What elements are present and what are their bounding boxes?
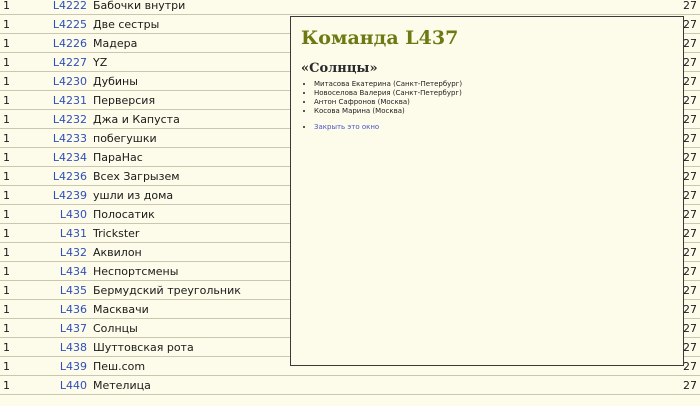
- row-team-id-cell: L440: [43, 375, 93, 395]
- row-team-id-cell: L4225: [43, 14, 93, 34]
- row-team-id-cell: L438: [43, 337, 93, 357]
- row-place: 1: [0, 242, 43, 262]
- row-team-id-cell: L436: [43, 299, 93, 319]
- row-team-id-cell: L4236: [43, 166, 93, 186]
- team-id-link[interactable]: L438: [60, 341, 87, 354]
- team-id-link[interactable]: L434: [60, 265, 87, 278]
- row-team-id-cell: L439: [43, 356, 93, 376]
- row-score: 27: [667, 375, 700, 395]
- team-member: Косова Марина (Москва): [314, 107, 673, 116]
- row-place: 1: [0, 337, 43, 357]
- row-team-name: Метелица: [93, 375, 667, 395]
- row-team-id-cell: L434: [43, 261, 93, 281]
- row-place: 1: [0, 261, 43, 281]
- team-id-link[interactable]: L430: [60, 208, 87, 221]
- team-id-link[interactable]: L4236: [53, 170, 87, 183]
- row-place: 1: [0, 318, 43, 338]
- row-team-id-cell: L4227: [43, 52, 93, 72]
- row-team-id-cell: L4234: [43, 147, 93, 167]
- row-place: 1: [0, 71, 43, 91]
- row-place: 1: [0, 14, 43, 34]
- popup-team-name: «Солнцы»: [301, 61, 378, 76]
- team-id-link[interactable]: L4230: [53, 75, 87, 88]
- table-row: 1 L4222 Бабочки внутри 27: [0, 0, 700, 15]
- row-place: 1: [0, 166, 43, 186]
- row-place: 1: [0, 356, 43, 376]
- table-row: 1 L440 Метелица 27: [0, 375, 700, 395]
- row-team-id-cell: L4231: [43, 90, 93, 110]
- row-place: 1: [0, 52, 43, 72]
- popup-title: Команда L437: [301, 27, 459, 49]
- team-popup: Команда L437 «Солнцы» Митасова Екатерина…: [290, 16, 684, 366]
- row-team-id-cell: L437: [43, 318, 93, 338]
- row-place: 1: [0, 128, 43, 148]
- row-place: 1: [0, 90, 43, 110]
- row-team-id-cell: L4233: [43, 128, 93, 148]
- row-team-id-cell: L4230: [43, 71, 93, 91]
- row-place: 1: [0, 33, 43, 53]
- team-id-link[interactable]: L4233: [53, 132, 87, 145]
- team-id-link[interactable]: L440: [60, 379, 87, 392]
- row-place: 1: [0, 0, 43, 15]
- row-place: 1: [0, 375, 43, 395]
- row-place: 1: [0, 299, 43, 319]
- team-member: Митасова Екатерина (Санкт-Петербург): [314, 80, 673, 89]
- team-id-link[interactable]: L431: [60, 227, 87, 240]
- row-place: 1: [0, 280, 43, 300]
- team-member: Антон Сафронов (Москва): [314, 98, 673, 107]
- team-member: Новоселова Валерия (Санкт-Петербург): [314, 89, 673, 98]
- team-id-link[interactable]: L436: [60, 303, 87, 316]
- row-team-id-cell: L435: [43, 280, 93, 300]
- team-id-link[interactable]: L432: [60, 246, 87, 259]
- team-id-link[interactable]: L4222: [53, 0, 87, 12]
- team-id-link[interactable]: L435: [60, 284, 87, 297]
- row-team-id-cell: L430: [43, 204, 93, 224]
- team-id-link[interactable]: L4226: [53, 37, 87, 50]
- team-id-link[interactable]: L4225: [53, 18, 87, 31]
- row-team-id-cell: L431: [43, 223, 93, 243]
- popup-actions: Закрыть это окно: [301, 123, 673, 132]
- row-team-id-cell: L4239: [43, 185, 93, 205]
- row-place: 1: [0, 204, 43, 224]
- results-page: 1 L4222 Бабочки внутри 27 1 L4225 Две сестры 27…: [0, 0, 700, 406]
- row-team-id-cell: L432: [43, 242, 93, 262]
- close-popup-link[interactable]: Закрыть это окно: [314, 123, 379, 131]
- row-team-id-cell: L4232: [43, 109, 93, 129]
- row-score: 27: [667, 0, 700, 15]
- team-id-link[interactable]: L4227: [53, 56, 87, 69]
- team-id-link[interactable]: L439: [60, 360, 87, 373]
- team-id-link[interactable]: L4234: [53, 151, 87, 164]
- popup-action-item: Закрыть это окно: [314, 123, 673, 132]
- row-place: 1: [0, 147, 43, 167]
- row-place: 1: [0, 109, 43, 129]
- row-team-name: Бабочки внутри: [93, 0, 667, 15]
- team-members-list: Митасова Екатерина (Санкт-Петербург) Нов…: [301, 80, 673, 116]
- team-id-link[interactable]: L4239: [53, 189, 87, 202]
- team-id-link[interactable]: L4232: [53, 113, 87, 126]
- row-team-id-cell: L4222: [43, 0, 93, 15]
- row-team-id-cell: L4226: [43, 33, 93, 53]
- row-place: 1: [0, 223, 43, 243]
- team-id-link[interactable]: L437: [60, 322, 87, 335]
- row-place: 1: [0, 185, 43, 205]
- team-id-link[interactable]: L4231: [53, 94, 87, 107]
